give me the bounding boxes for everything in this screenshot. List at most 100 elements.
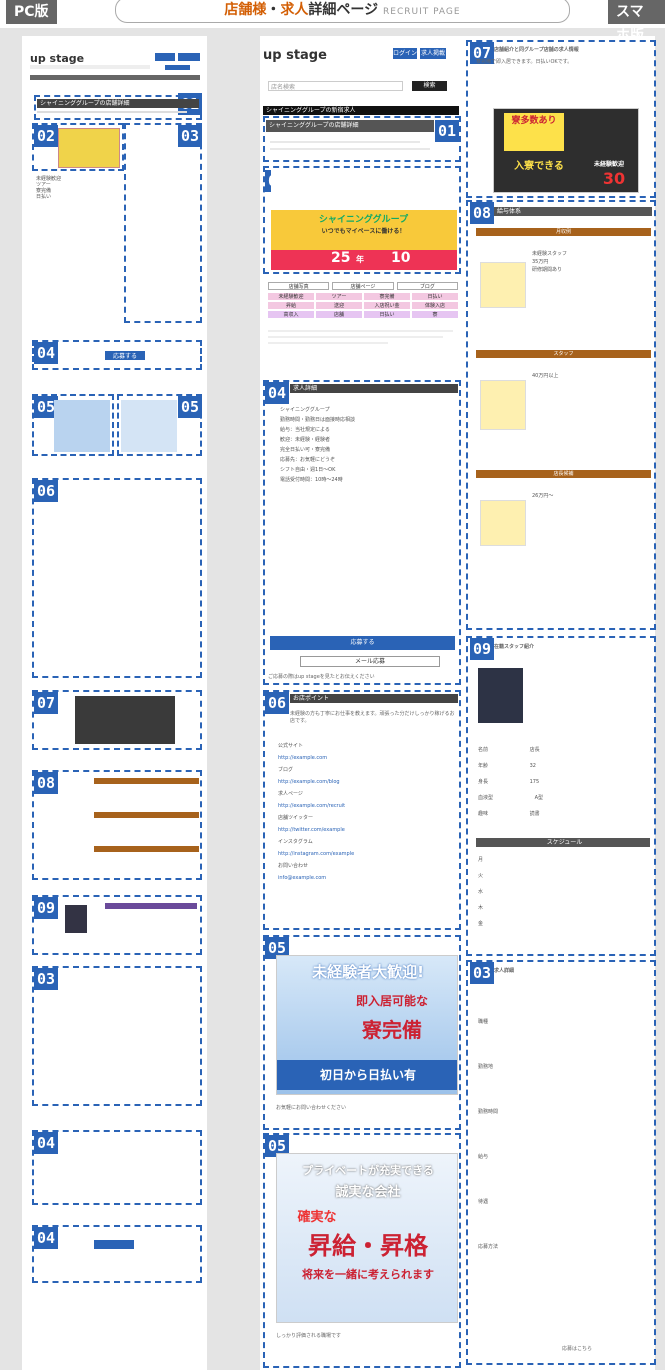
sp-b2-t5: 将来を一緒に考えられます bbox=[302, 1268, 434, 1281]
sp-points-body: 未経験の方も丁寧にお仕事を教えます。頑張った分だけしっかり稼げるお店です。 bbox=[290, 711, 455, 724]
sp-tag[interactable]: 未経験歓迎 bbox=[268, 293, 314, 300]
sp9-schedule: 月火水木金 bbox=[478, 852, 648, 932]
pc-badge-06: 06 bbox=[34, 480, 58, 502]
sp-badge-01: 01 bbox=[435, 120, 459, 142]
sp9-day: 月 bbox=[478, 857, 484, 863]
sp-link-label: 公式サイト bbox=[278, 743, 304, 749]
sp-logo: up stage bbox=[263, 48, 327, 63]
sp-link-value[interactable]: http://instagram.com/example bbox=[278, 848, 453, 860]
title-part3: 詳細ページ bbox=[308, 2, 379, 18]
sp-link-value[interactable]: http://twitter.com/example bbox=[278, 824, 453, 836]
pc-banner2 bbox=[121, 400, 177, 452]
sp9-day: 木 bbox=[478, 905, 484, 911]
sp-apply-btn[interactable]: 応募する bbox=[270, 636, 455, 650]
sp9-row: 名前 店長 bbox=[478, 742, 648, 758]
sp8-row: 未経験スタッフ bbox=[532, 251, 568, 257]
sp9-day: 金 bbox=[478, 921, 484, 927]
sp9-label: 名前 bbox=[478, 747, 489, 753]
sp-login-btn[interactable]: ログイン bbox=[393, 48, 417, 59]
sp-desc-line bbox=[268, 336, 443, 338]
pc-badge-04: 04 bbox=[34, 342, 58, 364]
sp-nav-item[interactable]: 店舗写真 bbox=[268, 282, 330, 290]
sp9-sched-title: スケジュール bbox=[476, 838, 650, 847]
sp-info-row: シャイニンググループ bbox=[280, 407, 330, 413]
sp-subnav[interactable]: シャイニンググループの新宿求人 bbox=[263, 106, 459, 115]
pc-badge-05b: 05 bbox=[178, 396, 202, 418]
pc-salary-bar bbox=[94, 846, 199, 852]
sp9-day: 火 bbox=[478, 873, 484, 879]
sp-mail-btn[interactable]: メール応募 bbox=[300, 656, 440, 667]
pc-logo: up stage bbox=[30, 52, 85, 65]
pc-apply-btn[interactable]: 応募する bbox=[105, 351, 145, 360]
sp-nav-item[interactable]: 店舗ページ bbox=[332, 282, 394, 290]
sp-info-row: 歓迎：未経験・経験者 bbox=[280, 437, 331, 443]
sp-b1-t3: 寮完備 bbox=[362, 1018, 422, 1042]
pc-gbar: シャイニンググループの店舗詳細 bbox=[37, 99, 199, 108]
pc-post-btn[interactable] bbox=[178, 53, 200, 61]
sp-b2-t4: 昇給・昇格 bbox=[308, 1232, 428, 1260]
sp7-p4: 入寮できる bbox=[514, 161, 564, 172]
sp-info-row: 給与：当社規定による bbox=[280, 427, 330, 433]
sp-info-row: 電話受付時間：10時〜24時 bbox=[280, 477, 343, 483]
sp3-list: 職種 勤務地 勤務時間 給与 待遇 応募方法 bbox=[478, 1000, 648, 1270]
sp-link-value[interactable]: http://example.com/blog bbox=[278, 776, 453, 788]
sp-link-label: 求人ページ bbox=[278, 791, 303, 797]
pc-search[interactable] bbox=[30, 65, 150, 69]
sp-info-title: 求人詳細 bbox=[290, 384, 458, 393]
sp-b2-t2: 誠実な会社 bbox=[335, 1185, 401, 1200]
sp-link-value[interactable]: info@example.com bbox=[278, 872, 453, 884]
sp8-row: 研修期間あり bbox=[532, 267, 563, 273]
sp-points-title: お店ポイント bbox=[290, 694, 458, 703]
sp-tag[interactable]: 店舗 bbox=[316, 311, 362, 318]
sp9-label: 血液型 bbox=[478, 795, 494, 801]
sp-search-btn[interactable]: 検索 bbox=[412, 81, 447, 91]
sp-link-value[interactable]: http://example.com bbox=[278, 752, 453, 764]
sp-tags: 未経験歓迎 ツアー 寮完備 日払い 昇給 送迎 入店祝い金 体験入店 高収入 店… bbox=[268, 293, 458, 318]
sp9-row: 趣味 読書 bbox=[478, 806, 648, 822]
pc-sec-03 bbox=[124, 123, 202, 323]
sp-info-row: 応募先：お気軽にどうぞ bbox=[280, 457, 336, 463]
sp8-list3: 26万円〜 bbox=[532, 492, 650, 500]
pc-apply-btn2[interactable] bbox=[94, 1240, 134, 1249]
sp-tag[interactable]: 高収入 bbox=[268, 311, 314, 318]
sp-post-btn[interactable]: 求人掲載 bbox=[420, 48, 446, 59]
sp-link-value[interactable]: http://example.com/recruit bbox=[278, 800, 453, 812]
pc-search-btn[interactable] bbox=[165, 65, 190, 70]
sp4-t1[interactable]: 応募はこちら bbox=[562, 1345, 592, 1352]
sp8-list1: 未経験スタッフ 35万円 研修期間あり bbox=[532, 250, 650, 274]
sp9-label: 年齢 bbox=[478, 763, 489, 769]
sp-nav: 店舗写真 店舗ページ ブログ bbox=[268, 282, 458, 290]
sp-nav-item[interactable]: ブログ bbox=[396, 282, 458, 290]
sp-tag[interactable]: 日払い bbox=[412, 293, 458, 300]
sp3-title: 求人詳細 bbox=[494, 968, 515, 974]
sp7-banner: 寮多数あり 未経験歓迎 30 入寮できる bbox=[493, 108, 639, 193]
sp-link-label: お問い合わせ bbox=[278, 863, 309, 869]
pc-login-btn[interactable] bbox=[155, 53, 175, 61]
sp-badge-09: 09 bbox=[470, 638, 494, 660]
sp-tag[interactable]: 寮完備 bbox=[364, 293, 410, 300]
sp-tag[interactable]: 寮 bbox=[412, 311, 458, 318]
sp-tag[interactable]: 体験入店 bbox=[412, 302, 458, 309]
sp-b2-t3: 確実な bbox=[297, 1210, 337, 1225]
pc-nav bbox=[30, 75, 200, 80]
sp9-row: 身長 175 bbox=[478, 774, 648, 790]
sp-search-input[interactable]: 店名検索 bbox=[268, 81, 403, 91]
sp-ad-image: シャイニンググループ いつでもマイペースに働ける！ 25 年 10 bbox=[271, 170, 457, 270]
sp-tag[interactable]: 昇給 bbox=[268, 302, 314, 309]
sp8-list2: 40万円以上 bbox=[532, 372, 650, 380]
sp9-label: 身長 bbox=[478, 779, 489, 785]
sp-intro-line bbox=[270, 141, 420, 143]
sp9-val: A型 bbox=[534, 795, 544, 801]
sp-tag[interactable]: ツアー bbox=[316, 293, 362, 300]
sp-tag[interactable]: 日払い bbox=[364, 311, 410, 318]
pc-badge-08: 08 bbox=[34, 772, 58, 794]
sp-link-label: 店舗ツイッター bbox=[278, 815, 314, 821]
sp-tag[interactable]: 入店祝い金 bbox=[364, 302, 410, 309]
sp8-bar: 月収例 bbox=[476, 228, 651, 236]
sp-tag[interactable]: 送迎 bbox=[316, 302, 362, 309]
sp9-val: 店長 bbox=[529, 747, 540, 753]
pc-badge-07: 07 bbox=[34, 692, 58, 714]
pc-salary-bar bbox=[94, 778, 199, 784]
pc-ad-thumb bbox=[58, 128, 120, 168]
sp-b2-t1: プライベートが充実できる bbox=[302, 1164, 434, 1177]
